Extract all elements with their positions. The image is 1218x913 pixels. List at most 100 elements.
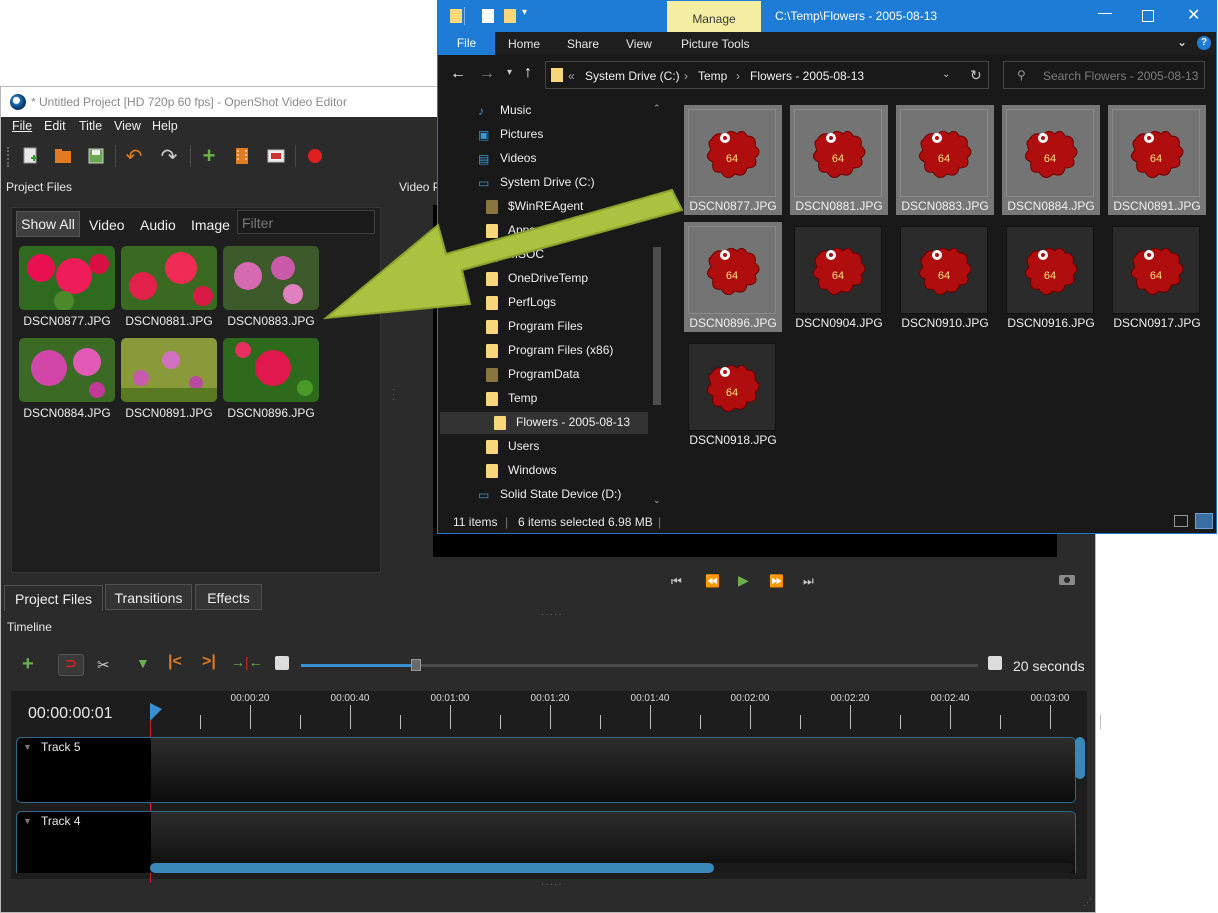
file-item[interactable]: 64 DSCN0910.JPG xyxy=(896,222,994,332)
add-track-icon[interactable]: + xyxy=(22,653,34,676)
play-icon[interactable]: ▶ xyxy=(738,572,749,589)
refresh-icon[interactable]: ↻ xyxy=(970,67,982,84)
properties-icon[interactable] xyxy=(482,9,494,23)
open-project-icon[interactable] xyxy=(54,147,72,165)
file-item[interactable]: 64 DSCN0916.JPG xyxy=(1002,222,1100,332)
file-item[interactable]: 64 DSCN0881.JPG xyxy=(790,105,888,215)
track-row[interactable]: ▼ Track 5 xyxy=(16,737,1076,803)
file-item[interactable]: 64 DSCN0896.JPG xyxy=(684,222,782,332)
project-file-thumb[interactable] xyxy=(19,246,115,310)
fullscreen-icon[interactable] xyxy=(267,147,285,165)
file-item[interactable]: 64 DSCN0891.JPG xyxy=(1108,105,1206,215)
jump-end-icon[interactable]: ⏭ xyxy=(803,574,814,589)
center-playhead-icon[interactable]: →|← xyxy=(231,654,263,670)
show-all-filter[interactable]: Show All xyxy=(16,211,80,237)
audio-filter[interactable]: Audio xyxy=(140,213,176,237)
tree-item[interactable]: Temp xyxy=(508,391,537,405)
rewind-icon[interactable]: ⏪ xyxy=(705,574,720,588)
menu-title[interactable]: Title xyxy=(79,119,102,133)
tree-item[interactable]: Apps xyxy=(508,223,535,237)
ribbon-home-tab[interactable]: Home xyxy=(508,37,540,51)
tree-item[interactable]: Music xyxy=(500,103,531,117)
tab-transitions[interactable]: Transitions xyxy=(105,584,192,610)
tree-item[interactable]: PerfLogs xyxy=(508,295,556,309)
address-dropdown-icon[interactable]: ⌄ xyxy=(942,69,950,80)
breadcrumb-temp[interactable]: Temp xyxy=(698,69,727,83)
tree-item[interactable]: MSOC xyxy=(508,247,544,261)
ribbon-file-tab[interactable]: File xyxy=(438,32,495,55)
tree-item[interactable]: Flowers - 2005-08-13 xyxy=(516,415,630,429)
file-item[interactable]: 64 DSCN0918.JPG xyxy=(684,339,782,449)
splitter-handle[interactable]: ····· xyxy=(541,609,563,620)
export-video-icon[interactable] xyxy=(306,147,324,165)
file-item[interactable]: 64 DSCN0884.JPG xyxy=(1002,105,1100,215)
tree-item[interactable]: Videos xyxy=(500,151,536,165)
ribbon-picture-tools-tab[interactable]: Picture Tools xyxy=(681,37,749,51)
snapping-icon[interactable]: ⊃ xyxy=(58,654,84,676)
playhead-marker[interactable] xyxy=(150,703,162,721)
large-icons-view-icon[interactable] xyxy=(1195,513,1213,529)
filter-input[interactable]: Filter xyxy=(237,210,375,234)
tab-effects[interactable]: Effects xyxy=(195,584,262,610)
project-file-thumb[interactable] xyxy=(121,246,217,310)
breadcrumb-folder[interactable]: Flowers - 2005-08-13 xyxy=(750,69,864,83)
resize-grip-icon[interactable]: ⋰ xyxy=(1083,897,1092,908)
minimize-icon[interactable]: — xyxy=(1098,4,1112,20)
details-view-icon[interactable] xyxy=(1174,515,1188,527)
project-file-thumb[interactable] xyxy=(223,338,319,402)
next-marker-icon[interactable]: >| xyxy=(202,653,216,671)
tree-item[interactable]: Users xyxy=(508,439,539,453)
menu-file[interactable]: File xyxy=(12,119,32,133)
timeline-vertical-scrollbar[interactable] xyxy=(1075,737,1085,779)
file-item[interactable]: 64 DSCN0904.JPG xyxy=(790,222,888,332)
tree-item[interactable]: Program Files xyxy=(508,319,583,333)
menu-view[interactable]: View xyxy=(114,119,141,133)
fast-forward-icon[interactable]: ⏩ xyxy=(769,574,784,588)
file-item[interactable]: 64 DSCN0883.JPG xyxy=(896,105,994,215)
zoom-slider[interactable] xyxy=(301,659,978,671)
ribbon-view-tab[interactable]: View xyxy=(626,37,652,51)
choose-profile-icon[interactable] xyxy=(233,147,251,165)
add-marker-icon[interactable]: ▼ xyxy=(136,655,150,671)
tree-item[interactable]: Solid State Device (D:) xyxy=(500,487,621,501)
image-filter[interactable]: Image xyxy=(191,213,230,237)
manage-tab[interactable]: Manage xyxy=(667,1,761,32)
breadcrumb-overflow[interactable]: « xyxy=(568,69,575,83)
tree-item[interactable]: System Drive (C:) xyxy=(500,175,595,189)
forward-icon[interactable]: → xyxy=(479,65,495,83)
quick-access-dropdown-icon[interactable]: ▾ xyxy=(522,7,527,18)
camera-icon[interactable] xyxy=(1059,573,1075,588)
splitter-handle[interactable]: ····· xyxy=(541,879,563,890)
new-project-icon[interactable] xyxy=(22,147,40,165)
address-bar[interactable]: « System Drive (C:) › Temp › Flowers - 2… xyxy=(545,61,989,89)
zoom-out-icon[interactable] xyxy=(275,656,289,670)
previous-marker-icon[interactable]: |< xyxy=(168,653,182,671)
zoom-in-icon[interactable] xyxy=(988,656,1002,670)
navigation-pane-scrollbar[interactable]: ⌃ ⌄ xyxy=(650,97,664,511)
timeline-horizontal-scrollbar[interactable] xyxy=(150,863,1074,873)
redo-icon[interactable]: ↷ xyxy=(160,146,178,168)
razor-icon[interactable]: ✂ xyxy=(97,656,110,674)
menu-edit[interactable]: Edit xyxy=(44,119,66,133)
project-file-thumb[interactable] xyxy=(19,338,115,402)
tree-item[interactable]: Windows xyxy=(508,463,557,477)
jump-start-icon[interactable]: ⏮ xyxy=(671,574,682,589)
project-file-thumb[interactable] xyxy=(223,246,319,310)
file-item[interactable]: 64 DSCN0917.JPG xyxy=(1108,222,1206,332)
file-item[interactable]: 64 DSCN0877.JPG xyxy=(684,105,782,215)
tree-item[interactable]: ProgramData xyxy=(508,367,579,381)
undo-icon[interactable]: ↶ xyxy=(125,146,143,168)
splitter-handle[interactable]: · · · xyxy=(392,385,395,405)
tree-item[interactable]: Pictures xyxy=(500,127,543,141)
track-collapse-icon[interactable]: ▼ xyxy=(23,816,32,826)
ribbon-share-tab[interactable]: Share xyxy=(567,37,599,51)
tree-item[interactable]: Program Files (x86) xyxy=(508,343,613,357)
save-project-icon[interactable] xyxy=(87,147,105,165)
help-icon[interactable]: ? xyxy=(1197,36,1211,50)
recent-locations-icon[interactable]: ▾ xyxy=(507,67,512,78)
maximize-icon[interactable] xyxy=(1142,10,1154,22)
zoom-slider-handle[interactable] xyxy=(411,659,422,671)
tree-item[interactable]: $WinREAgent xyxy=(508,199,583,213)
tree-item[interactable]: OneDriveTemp xyxy=(508,271,588,285)
search-box[interactable]: ⚲ Search Flowers - 2005-08-13 xyxy=(1003,61,1205,89)
